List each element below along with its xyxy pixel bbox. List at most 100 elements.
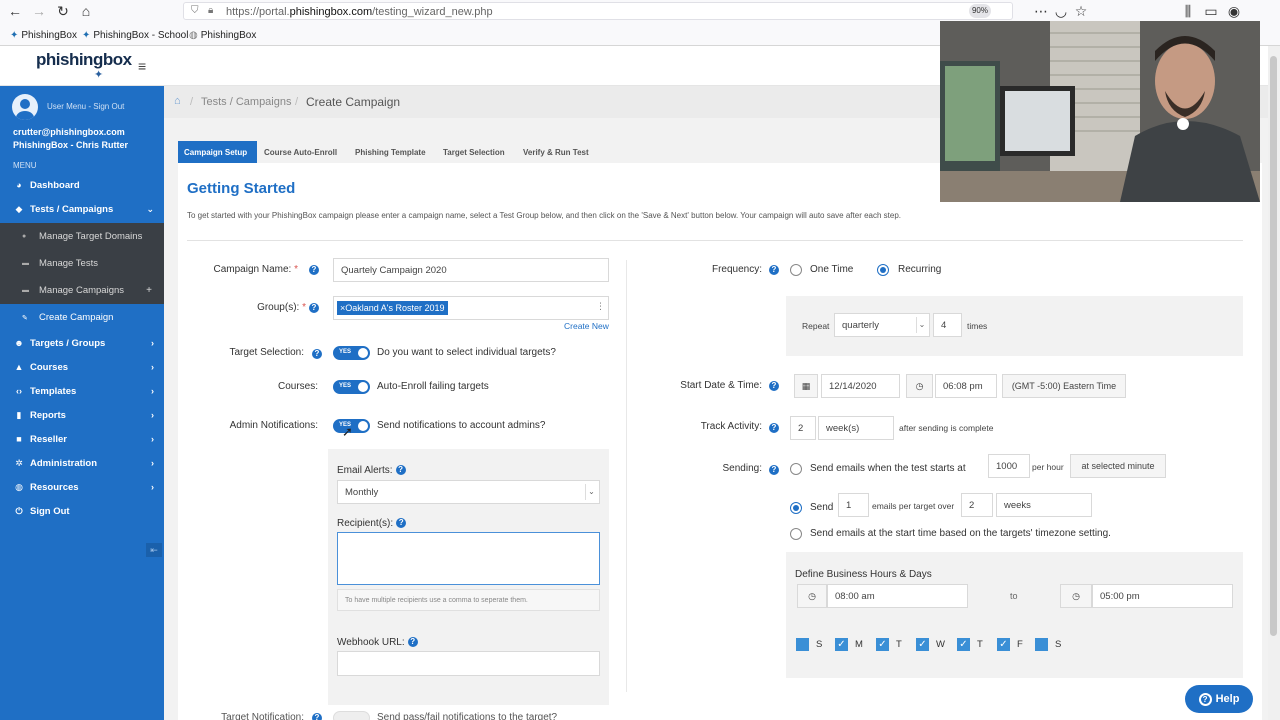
clock-icon[interactable]: ◷ bbox=[797, 584, 827, 608]
tab-target-selection[interactable]: Target Selection bbox=[443, 141, 505, 163]
sidebar-item-resources[interactable]: ◍ Resources › bbox=[0, 475, 164, 499]
menu-dots-icon[interactable]: ⋯ bbox=[1033, 3, 1049, 19]
track-count-input[interactable]: 2 bbox=[790, 416, 816, 440]
sidebar-item-courses[interactable]: ▲ Courses › bbox=[0, 355, 164, 379]
create-new-link[interactable]: Create New bbox=[564, 321, 609, 331]
day-checkbox[interactable] bbox=[796, 638, 809, 651]
reload-icon[interactable]: ↻ bbox=[55, 3, 71, 19]
clock-icon[interactable]: ◷ bbox=[1060, 584, 1092, 608]
sidebar-item-reseller[interactable]: ■ Reseller › bbox=[0, 427, 164, 451]
collapse-sidebar-icon[interactable]: ⇤ bbox=[146, 543, 162, 557]
tab-verify-run[interactable]: Verify & Run Test bbox=[523, 141, 589, 163]
help-icon[interactable]: ? bbox=[312, 349, 322, 359]
help-icon[interactable]: ? bbox=[769, 423, 779, 433]
send-per-target-radio[interactable] bbox=[790, 502, 802, 514]
repeat-select[interactable]: quarterly ⌄ bbox=[834, 313, 930, 337]
campaign-name-label: Campaign Name: * bbox=[213, 264, 299, 275]
zoom-badge[interactable]: 90% bbox=[969, 4, 991, 18]
track-unit-select[interactable]: week(s) bbox=[818, 416, 894, 440]
start-time-input[interactable]: 06:08 pm bbox=[935, 374, 997, 398]
breadcrumb-parent[interactable]: Tests / Campaigns bbox=[201, 96, 291, 108]
bookmark-item[interactable]: ✦ PhishingBox - School bbox=[82, 30, 188, 41]
help-button[interactable]: ? Help bbox=[1185, 685, 1253, 713]
help-icon[interactable]: ? bbox=[769, 465, 779, 475]
recurring-radio[interactable] bbox=[877, 264, 889, 276]
sidebar-item-tests-campaigns[interactable]: ◆ Tests / Campaigns ⌄ bbox=[0, 197, 164, 221]
groups-select[interactable]: ×Oakland A's Roster 2019 ⋮ bbox=[333, 296, 609, 320]
star-icon[interactable]: ☆ bbox=[1073, 3, 1089, 19]
day-checkbox[interactable]: ✓ bbox=[997, 638, 1010, 651]
pocket-icon[interactable]: ◡ bbox=[1053, 3, 1069, 19]
plus-icon[interactable]: + bbox=[146, 285, 152, 296]
campaign-name-input[interactable]: Quartely Campaign 2020 bbox=[333, 258, 609, 282]
help-icon[interactable]: ? bbox=[395, 465, 406, 476]
tab-phishing-template[interactable]: Phishing Template bbox=[355, 141, 426, 163]
start-date-input[interactable]: 12/14/2020 bbox=[821, 374, 900, 398]
to-time-input[interactable]: 05:00 pm bbox=[1092, 584, 1233, 608]
sidebar-sub-manage-target-domains[interactable]: ● Manage Target Domains bbox=[0, 223, 164, 250]
send-at-start-radio[interactable] bbox=[790, 463, 802, 475]
scrollbar-thumb[interactable] bbox=[1270, 56, 1277, 636]
over-unit-select[interactable]: weeks bbox=[996, 493, 1092, 517]
day-checkbox[interactable]: ✓ bbox=[835, 638, 848, 651]
recipients-textarea[interactable] bbox=[337, 532, 600, 585]
hamburger-icon[interactable]: ≡ bbox=[138, 58, 146, 74]
address-bar[interactable]: ⛉ 🔒︎ https://portal.phishingbox.com/test… bbox=[183, 2, 1013, 20]
webhook-label: Webhook URL:? bbox=[337, 637, 418, 648]
sidebar-item-templates[interactable]: ‹› Templates › bbox=[0, 379, 164, 403]
help-icon[interactable]: ? bbox=[309, 303, 319, 313]
send-timezone-radio[interactable] bbox=[790, 528, 802, 540]
day-checkbox[interactable] bbox=[1035, 638, 1048, 651]
sidebar-sub-create-campaign[interactable]: ✎ Create Campaign bbox=[0, 304, 164, 331]
sidebar-item-targets-groups[interactable]: ☻ Targets / Groups › bbox=[0, 331, 164, 355]
repeat-count-input[interactable]: 4 bbox=[933, 313, 962, 337]
user-menu-link[interactable]: User Menu - Sign Out bbox=[47, 102, 124, 111]
webhook-input[interactable] bbox=[337, 651, 600, 676]
bookmark-item[interactable]: ◍ PhishingBox bbox=[189, 30, 256, 41]
from-time-input[interactable]: 08:00 am bbox=[827, 584, 968, 608]
courses-toggle[interactable]: YES bbox=[333, 380, 370, 394]
over-count-input[interactable]: 2 bbox=[961, 493, 993, 517]
library-icon[interactable]: ⫼ bbox=[1180, 3, 1196, 19]
one-time-radio[interactable] bbox=[790, 264, 802, 276]
target-notification-toggle[interactable] bbox=[333, 711, 370, 720]
day-checkbox[interactable]: ✓ bbox=[876, 638, 889, 651]
sidebar-icon[interactable]: ▭ bbox=[1203, 3, 1219, 19]
email-alerts-select[interactable]: Monthly ⌄ bbox=[337, 480, 600, 504]
home-icon[interactable]: ⌂ bbox=[174, 95, 181, 107]
sidebar-item-sign-out[interactable]: ⏻ Sign Out bbox=[0, 499, 164, 523]
day-checkbox[interactable]: ✓ bbox=[916, 638, 929, 651]
home-icon[interactable]: ⌂ bbox=[78, 3, 94, 19]
clock-icon[interactable]: ◷ bbox=[906, 374, 933, 398]
sidebar-item-dashboard[interactable]: ◕ Dashboard bbox=[0, 173, 164, 197]
help-icon[interactable]: ? bbox=[309, 265, 319, 275]
day-checkbox[interactable]: ✓ bbox=[957, 638, 970, 651]
per-hour-input[interactable]: 1000 bbox=[988, 454, 1030, 478]
group-tag[interactable]: ×Oakland A's Roster 2019 bbox=[337, 301, 448, 315]
help-icon[interactable]: ? bbox=[312, 713, 322, 720]
power-icon: ⏻ bbox=[15, 505, 23, 516]
help-icon[interactable]: ? bbox=[407, 637, 418, 648]
calendar-icon[interactable]: ▦ bbox=[794, 374, 818, 398]
target-selection-toggle[interactable]: YES bbox=[333, 346, 370, 360]
sidebar-sub-manage-campaigns[interactable]: ▬ Manage Campaigns + bbox=[0, 277, 164, 304]
tab-campaign-setup[interactable]: Campaign Setup bbox=[184, 141, 247, 163]
help-icon[interactable]: ? bbox=[769, 265, 779, 275]
scrollbar[interactable] bbox=[1268, 46, 1280, 720]
help-icon[interactable]: ? bbox=[396, 518, 407, 529]
sidebar-sub-manage-tests[interactable]: ▬ Manage Tests bbox=[0, 250, 164, 277]
sidebar-item-reports[interactable]: ▮ Reports › bbox=[0, 403, 164, 427]
pencil-icon: ✎ bbox=[22, 314, 28, 322]
sidebar-item-administration[interactable]: ✲ Administration › bbox=[0, 451, 164, 475]
back-icon[interactable]: ← bbox=[7, 3, 23, 19]
bookmark-item[interactable]: ✦ PhishingBox bbox=[10, 30, 77, 41]
at-selected-minute[interactable]: at selected minute bbox=[1070, 454, 1166, 478]
forward-icon[interactable]: → bbox=[31, 3, 47, 19]
help-icon[interactable]: ? bbox=[769, 381, 779, 391]
per-hour-label: per hour bbox=[1032, 462, 1064, 472]
logo[interactable]: phishingbox bbox=[36, 50, 132, 70]
per-target-input[interactable]: 1 bbox=[838, 493, 869, 517]
more-vertical-icon[interactable]: ⋮ bbox=[596, 301, 605, 312]
tab-course-auto-enroll[interactable]: Course Auto-Enroll bbox=[264, 141, 337, 163]
account-icon[interactable]: ◉ bbox=[1226, 3, 1242, 19]
